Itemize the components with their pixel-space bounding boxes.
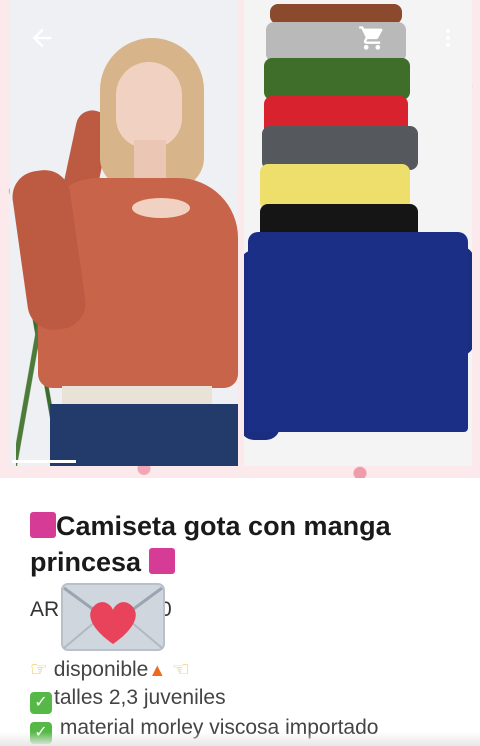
- purple-square-icon: [148, 548, 175, 574]
- product-title: Camiseta gota con manga princesa: [30, 508, 460, 580]
- more-vertical-icon: [446, 29, 450, 47]
- description-line: ☞ disponible▲ ☜: [30, 656, 470, 684]
- fire-icon: ▲: [148, 660, 167, 680]
- sizes-text: talles 2,3 juveniles: [54, 686, 226, 709]
- shirt-green: [264, 58, 410, 100]
- arrow-left-icon: [32, 28, 52, 48]
- model-jeans: [50, 404, 238, 466]
- purple-square-icon: [30, 512, 56, 538]
- love-letter-icon: [61, 583, 165, 651]
- back-button[interactable]: [22, 18, 62, 58]
- gallery-progress-indicator: [12, 460, 76, 463]
- shirt-keyhole: [132, 198, 190, 218]
- product-description: ☞ disponible▲ ☜ ✓talles 2,3 juveniles ✓ …: [30, 656, 470, 744]
- pointing-right-icon: ☞: [30, 659, 48, 681]
- product-title-line1: Camiseta gota con manga: [56, 511, 391, 541]
- scroll-fade: [0, 732, 480, 746]
- pointing-left-icon: ☜: [172, 659, 190, 681]
- product-image-gallery[interactable]: [0, 0, 480, 478]
- check-mark-icon: ✓: [30, 692, 52, 714]
- product-photo-colors: [244, 0, 472, 466]
- cart-button[interactable]: [352, 18, 392, 58]
- product-photo-model: [10, 0, 238, 466]
- model-face: [116, 62, 182, 148]
- more-options-button[interactable]: [428, 18, 468, 58]
- product-title-line2: princesa: [30, 547, 142, 577]
- shirt-navy: [248, 232, 468, 432]
- description-line: ✓ talles 2,3 juveniles: [30, 684, 470, 714]
- availability-text: disponible: [53, 658, 149, 681]
- model-belt: [62, 386, 212, 406]
- price-prefix: AR: [30, 598, 60, 621]
- shopping-cart-icon: [359, 26, 383, 50]
